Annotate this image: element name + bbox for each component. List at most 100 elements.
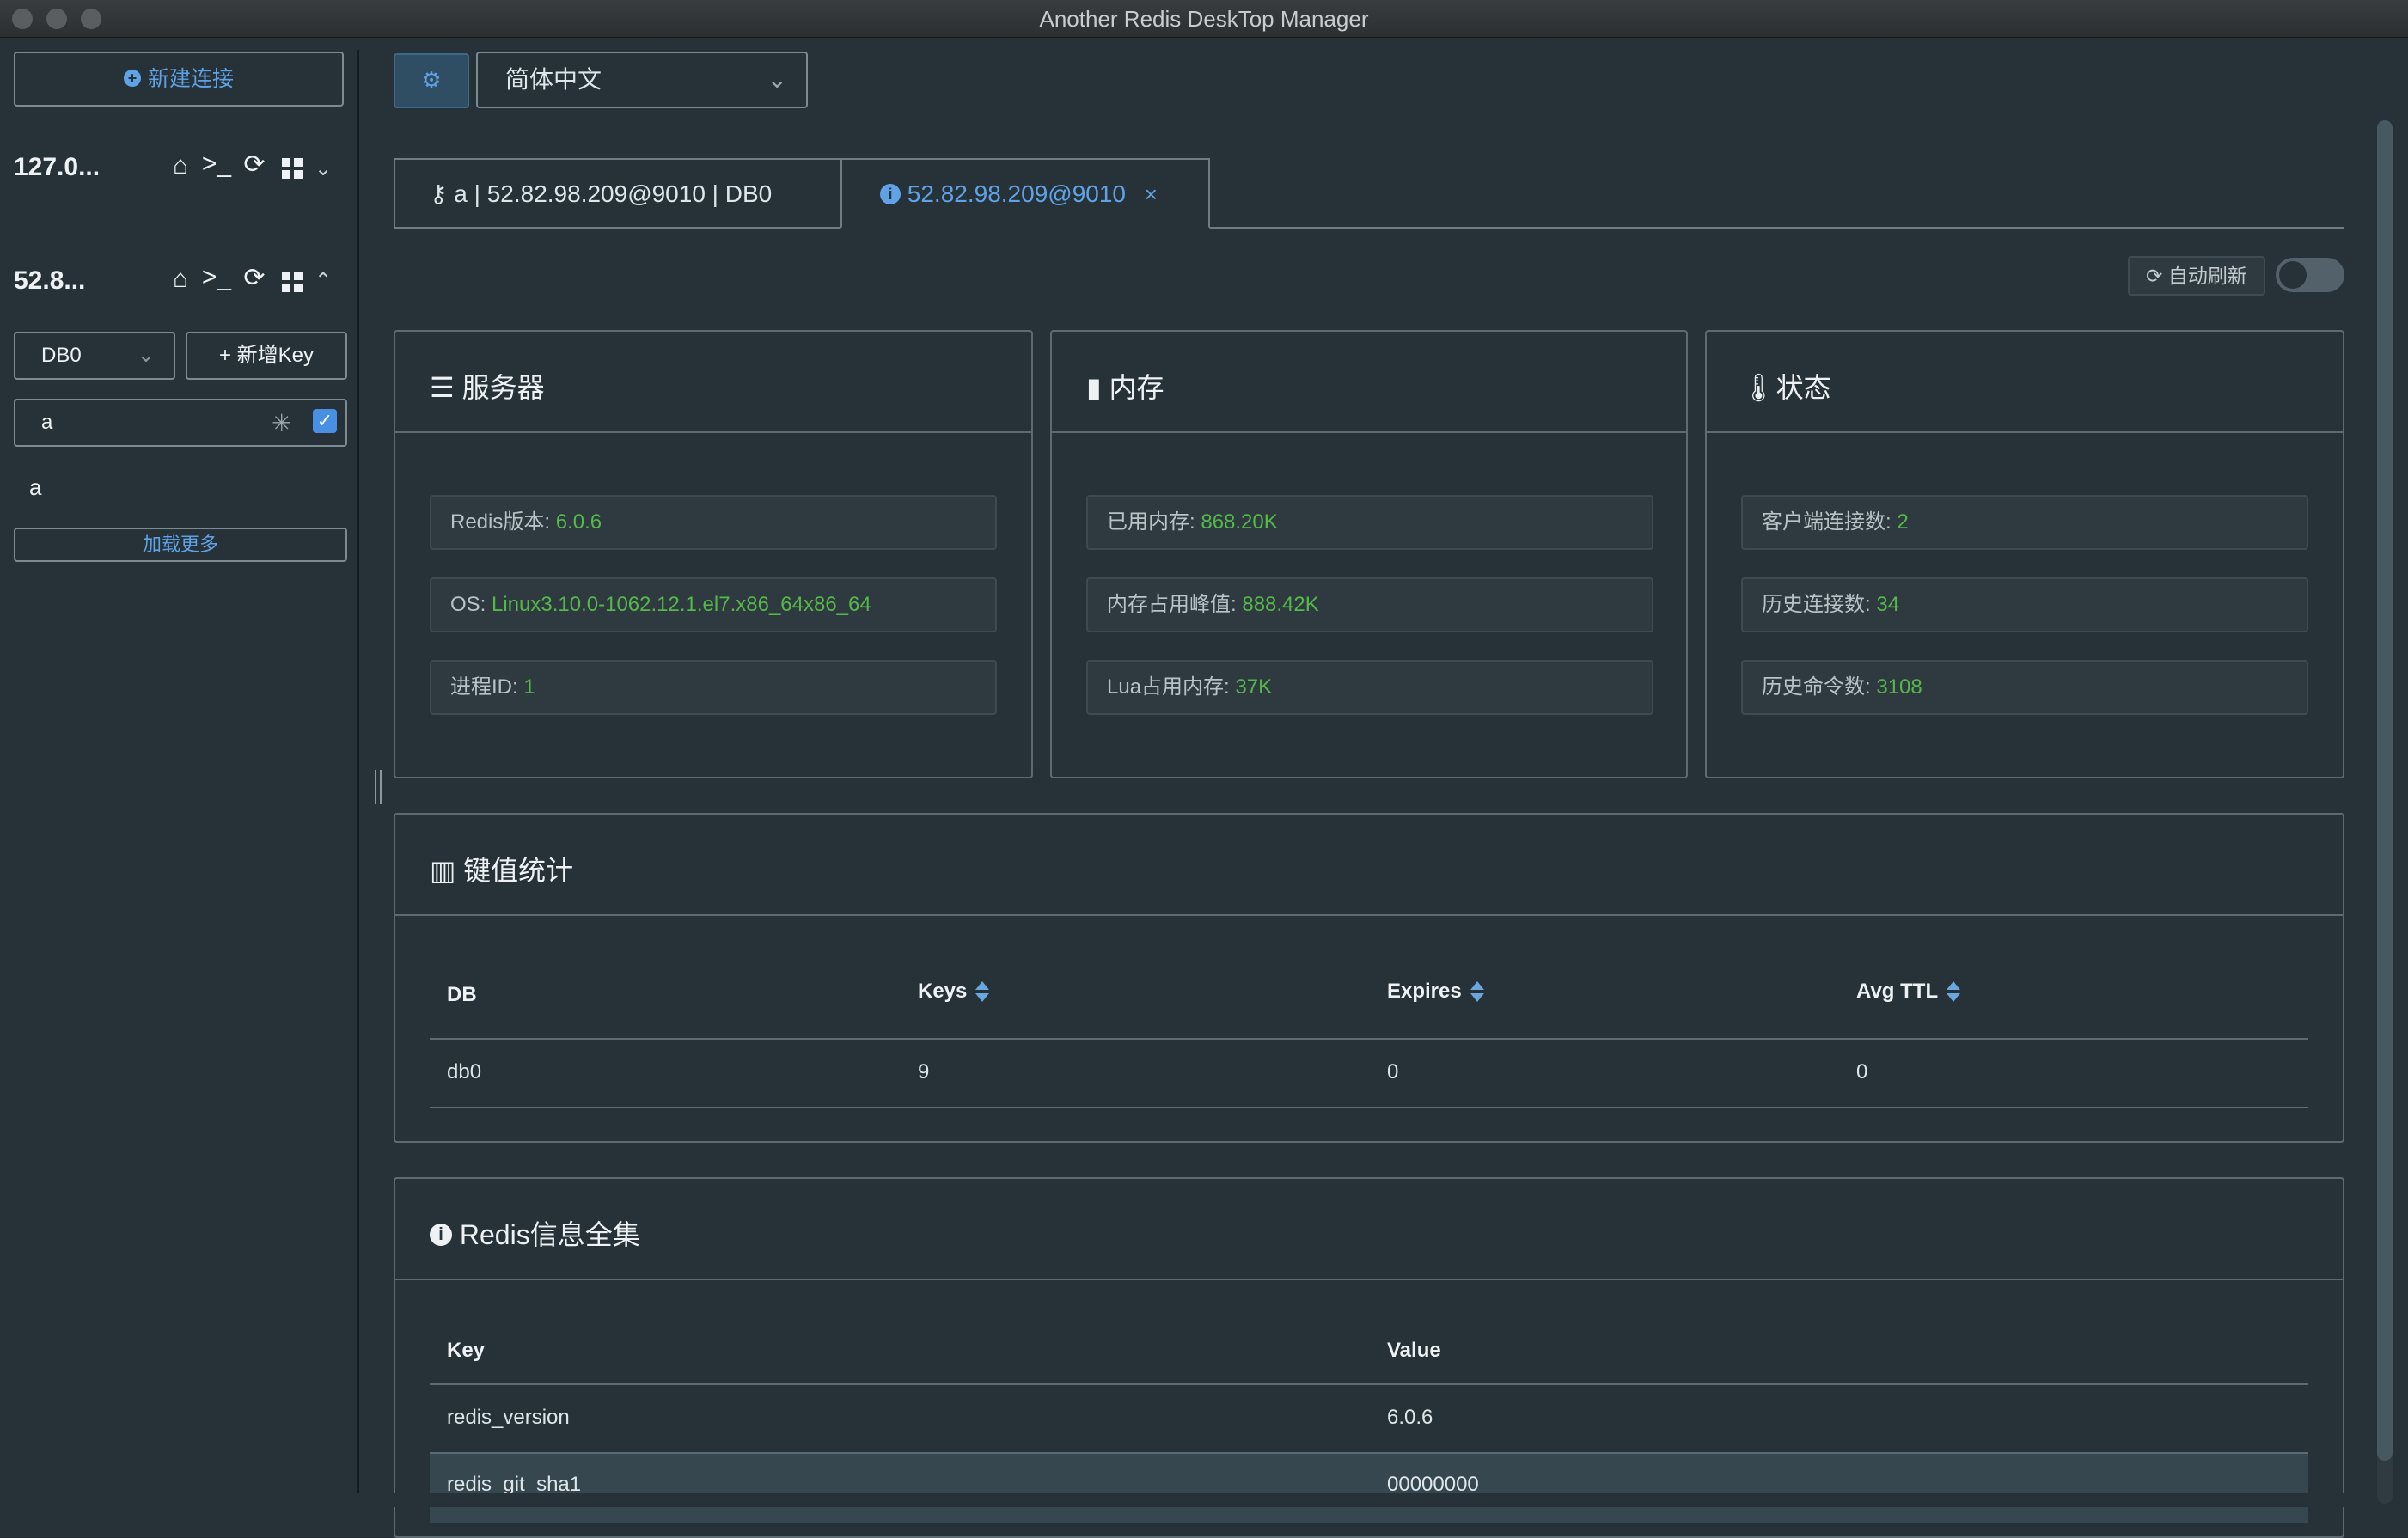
sort-icon[interactable] bbox=[1947, 980, 1961, 1004]
db-select[interactable]: DB0 ⌄ bbox=[14, 332, 175, 380]
stat-os: OS: Linux3.10.0-1062.12.1.el7.x86_64x86_… bbox=[430, 577, 997, 632]
connection-name[interactable]: 127.0... bbox=[14, 153, 100, 182]
table-cell: db0 bbox=[447, 1060, 482, 1083]
card-header: i Redis信息全集 bbox=[395, 1179, 2343, 1280]
gear-icon: ⚙ bbox=[421, 67, 442, 93]
sidebar bbox=[0, 39, 358, 1507]
auto-refresh-label: 自动刷新 bbox=[2167, 265, 2247, 287]
chevron-down-icon[interactable]: ⌄ bbox=[315, 156, 332, 181]
language-select[interactable]: 简体中文 ⌄ bbox=[476, 52, 808, 108]
key-statistics-card: ▥ 键值统计 DB Keys Expires Avg TTL db0 9 0 0 bbox=[394, 813, 2344, 1143]
column-header-avg-ttl[interactable]: Avg TTL bbox=[1856, 980, 1961, 1004]
column-header-db[interactable]: DB bbox=[447, 983, 477, 1007]
table-divider bbox=[430, 1383, 2308, 1385]
card-title: i Redis信息全集 bbox=[430, 1213, 640, 1253]
info-icon: i bbox=[430, 1223, 452, 1246]
column-header-expires[interactable]: Expires bbox=[1387, 980, 1484, 1004]
minimize-window-button[interactable] bbox=[46, 9, 67, 29]
chevron-down-icon: ⌄ bbox=[767, 66, 787, 93]
card-header: ☰ 服务器 bbox=[395, 332, 1031, 433]
add-key-label: 新增Key bbox=[236, 344, 315, 367]
table-divider bbox=[430, 1107, 2308, 1108]
language-value: 简体中文 bbox=[505, 66, 602, 93]
plus-circle-icon: + bbox=[123, 70, 141, 88]
resize-handle-icon[interactable] bbox=[375, 770, 382, 804]
stat-total-connections: 历史连接数: 34 bbox=[1741, 577, 2308, 632]
tab-close-icon[interactable]: × bbox=[1145, 181, 1158, 207]
loading-spinner-icon: ✳ bbox=[272, 410, 292, 436]
window-titlebar: Another Redis DeskTop Manager bbox=[0, 0, 2408, 38]
server-icon: ☰ bbox=[430, 372, 462, 403]
table-cell: 0 bbox=[1387, 1060, 1399, 1083]
stat-used-memory: 已用内存: 868.20K bbox=[1086, 495, 1653, 550]
connection-name[interactable]: 52.8... bbox=[14, 266, 85, 296]
stat-process-id: 进程ID: 1 bbox=[430, 660, 997, 715]
server-card: ☰ 服务器 Redis版本: 6.0.6 OS: Linux3.10.0-106… bbox=[394, 330, 1033, 778]
stat-peak-memory: 内存占用峰值: 888.42K bbox=[1086, 577, 1653, 632]
bar-chart-icon: ▥ bbox=[430, 855, 464, 886]
auto-refresh-toggle[interactable] bbox=[2276, 258, 2344, 292]
card-header: ▥ 键值统计 bbox=[395, 815, 2343, 916]
refresh-icon[interactable]: ⟳ bbox=[237, 150, 272, 180]
close-window-button[interactable] bbox=[12, 9, 33, 29]
key-search-input[interactable]: a bbox=[14, 399, 347, 447]
thermometer-icon: 🌡︎ bbox=[1741, 372, 1776, 403]
card-title: ▥ 键值统计 bbox=[430, 855, 574, 886]
db-select-value: DB0 bbox=[41, 344, 82, 367]
table-row: redis_git_sha1 00000000 bbox=[430, 1454, 2308, 1523]
card-title: 🌡︎状态 bbox=[1741, 372, 1831, 403]
auto-refresh-button[interactable]: ⟳ 自动刷新 bbox=[2128, 256, 2265, 296]
tab-label: a | 52.82.98.209@9010 | DB0 bbox=[454, 180, 773, 207]
card-header: ▮ 内存 bbox=[1052, 332, 1686, 433]
stat-total-commands: 历史命令数: 3108 bbox=[1741, 660, 2308, 715]
terminal-icon[interactable]: >_ bbox=[199, 150, 234, 179]
refresh-icon: ⟳ bbox=[2146, 265, 2168, 287]
memory-chip-icon: ▮ bbox=[1086, 372, 1109, 403]
settings-button[interactable]: ⚙ bbox=[394, 53, 469, 108]
refresh-icon[interactable]: ⟳ bbox=[237, 263, 272, 293]
column-header-key: Key bbox=[447, 1339, 486, 1362]
toggle-knob bbox=[2279, 261, 2307, 289]
key-icon: ⚷ bbox=[430, 180, 455, 207]
plus-icon: + bbox=[218, 344, 237, 367]
key-list-item[interactable]: a bbox=[29, 474, 41, 501]
load-more-button[interactable]: 加载更多 bbox=[14, 528, 347, 562]
card-header: 🌡︎状态 bbox=[1707, 332, 2343, 433]
stat-client-connections: 客户端连接数: 2 bbox=[1741, 495, 2308, 550]
terminal-icon[interactable]: >_ bbox=[199, 263, 234, 292]
scrollbar-thumb[interactable] bbox=[2377, 120, 2393, 1461]
add-key-button[interactable]: + 新增Key bbox=[186, 332, 347, 380]
table-cell: redis_version bbox=[447, 1406, 570, 1429]
table-divider bbox=[430, 1038, 2308, 1040]
tab-server-info[interactable]: i 52.82.98.209@9010 × bbox=[840, 158, 1210, 229]
table-cell: 0 bbox=[1856, 1060, 1868, 1083]
tab-key-a[interactable]: ⚷ a | 52.82.98.209@9010 | DB0 bbox=[394, 158, 842, 229]
table-cell: 6.0.6 bbox=[1387, 1406, 1433, 1429]
home-icon[interactable]: ⌂ bbox=[163, 151, 198, 180]
load-more-label: 加载更多 bbox=[142, 534, 218, 555]
sort-icon[interactable] bbox=[1470, 980, 1484, 1004]
memory-card: ▮ 内存 已用内存: 868.20K 内存占用峰值: 888.42K Lua占用… bbox=[1050, 330, 1688, 778]
redis-info-card: i Redis信息全集 Key Value redis_version 6.0.… bbox=[394, 1177, 2344, 1538]
bottom-edge bbox=[359, 1493, 2408, 1507]
grid-icon[interactable] bbox=[282, 272, 303, 292]
sidebar-divider[interactable] bbox=[357, 50, 359, 1493]
zoom-window-button[interactable] bbox=[81, 9, 101, 29]
grid-icon[interactable] bbox=[282, 158, 303, 179]
new-connection-label: 新建连接 bbox=[147, 67, 234, 91]
new-connection-button[interactable]: + 新建连接 bbox=[14, 52, 344, 107]
stat-redis-version: Redis版本: 6.0.6 bbox=[430, 495, 997, 550]
window-title: Another Redis DeskTop Manager bbox=[1039, 6, 1369, 32]
column-header-keys[interactable]: Keys bbox=[918, 980, 990, 1004]
home-icon[interactable]: ⌂ bbox=[163, 265, 198, 294]
table-cell: 9 bbox=[918, 1060, 930, 1083]
sort-icon[interactable] bbox=[975, 980, 990, 1004]
column-header-value: Value bbox=[1387, 1339, 1441, 1362]
card-title: ▮ 内存 bbox=[1086, 372, 1164, 403]
key-search-value: a bbox=[41, 411, 53, 434]
exact-search-checkbox[interactable]: ✓ bbox=[313, 409, 337, 433]
chevron-up-icon[interactable]: ⌃ bbox=[315, 268, 332, 293]
info-icon: i bbox=[880, 183, 901, 204]
chevron-down-icon: ⌄ bbox=[137, 344, 155, 367]
status-card: 🌡︎状态 客户端连接数: 2 历史连接数: 34 历史命令数: 3108 bbox=[1705, 330, 2344, 778]
